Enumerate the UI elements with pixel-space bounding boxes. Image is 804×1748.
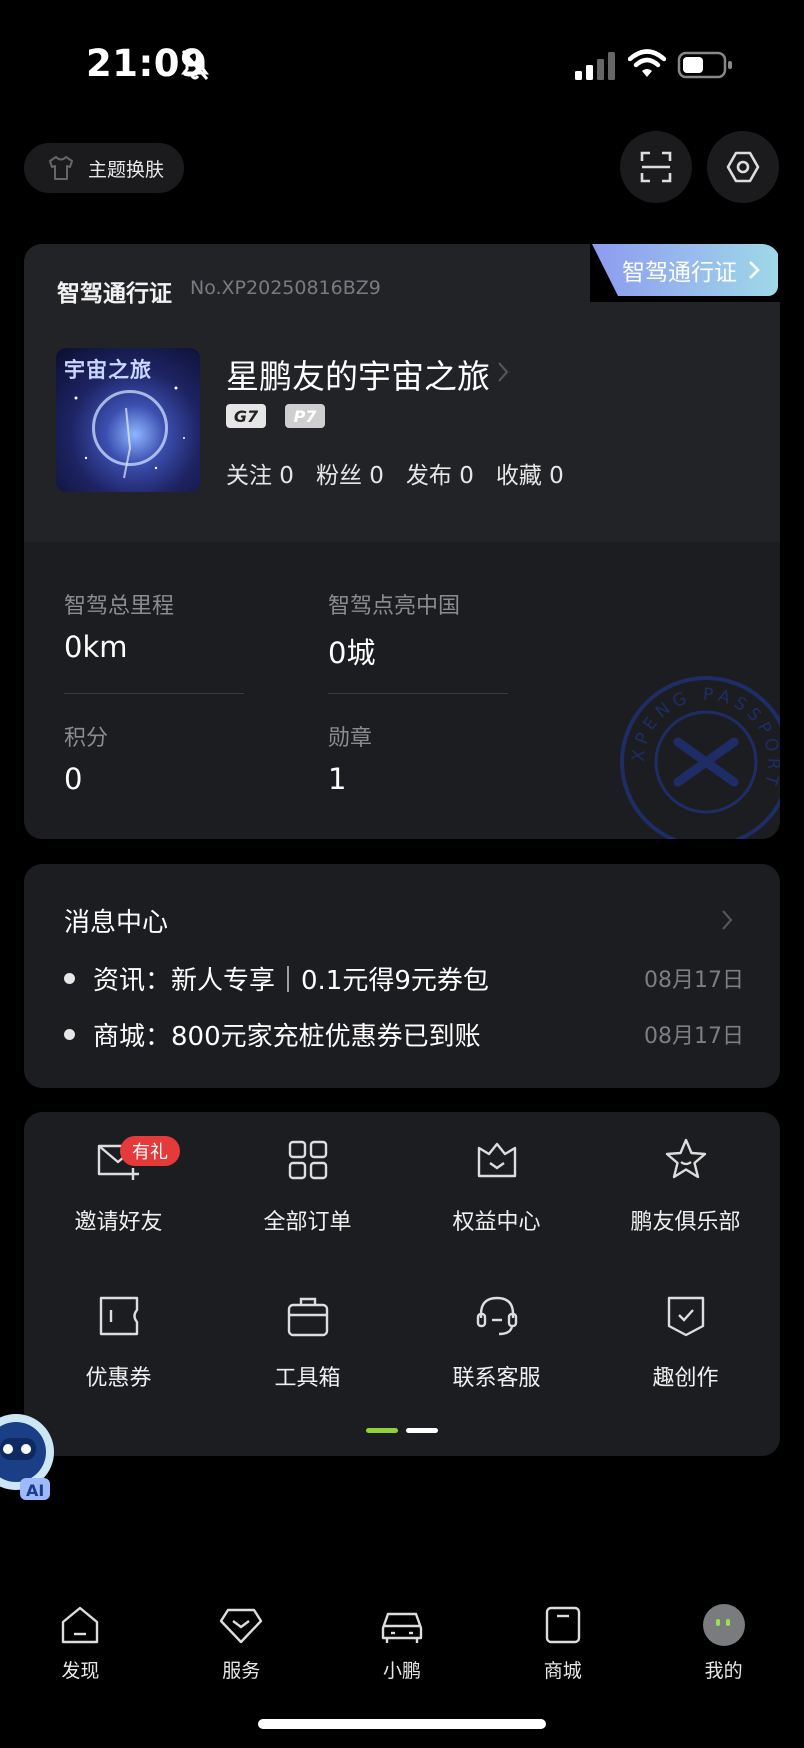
points-value[interactable]: 0 [64, 762, 82, 796]
message-item[interactable]: 资讯：新人专享｜0.1元得9元券包 08月17日 [64, 960, 744, 996]
club-button[interactable]: 鹏友俱乐部 [591, 1112, 780, 1252]
benefits-center-button[interactable]: 权益中心 [402, 1112, 591, 1252]
feature-label: 联系客服 [452, 1366, 541, 1391]
feature-grid-card: 邀请好友 有礼 全部订单 权益中心 鹏友俱乐部 优惠券 工具箱 联系客服 趣创作 [24, 1112, 780, 1456]
status-bar: 21:09 [0, 0, 804, 130]
passport-seal-icon: XPENG PASSPORT [620, 676, 780, 839]
cities-value: 0城 [328, 636, 376, 670]
mileage-value: 0km [64, 630, 128, 664]
nav-mine[interactable]: 我的 [643, 1590, 804, 1700]
car-tag-g7: G7 [226, 404, 266, 428]
bullet-dot [64, 1028, 75, 1040]
home-icon [62, 1606, 99, 1644]
fans-count[interactable]: 粉丝 0 [316, 456, 384, 490]
feature-label: 权益中心 [452, 1210, 541, 1235]
message-center-card[interactable]: 消息中心 资讯：新人专享｜0.1元得9元券包 08月17日 商城：800元家充桩… [24, 864, 780, 1088]
nav-xpeng[interactable]: 小鹏 [322, 1590, 483, 1700]
message-text: 商城：800元家充桩优惠券已到账 [93, 1021, 481, 1052]
crown-icon [477, 1142, 516, 1178]
passport-card[interactable]: 智驾通行证 智驾通行证 No.XP20250816BZ9 宇宙之旅 星鹏友的宇宙… [24, 244, 780, 839]
nav-label: 商城 [543, 1660, 582, 1682]
posts-count[interactable]: 发布 0 [406, 456, 474, 490]
car-icon [381, 1612, 423, 1643]
chevron-right-icon [749, 261, 760, 279]
nav-label: 发现 [61, 1660, 100, 1682]
avatar [702, 1604, 745, 1646]
feature-label: 鹏友俱乐部 [630, 1210, 741, 1235]
bag-icon [545, 1606, 580, 1644]
passport-title: 智驾通行证 [57, 281, 172, 307]
svg-text:AI: AI [26, 1481, 44, 1500]
all-orders-button[interactable]: 全部订单 [213, 1112, 402, 1252]
message-item[interactable]: 商城：800元家充桩优惠券已到账 08月17日 [64, 1016, 744, 1052]
follow-count[interactable]: 关注 0 [226, 456, 294, 490]
cellular-signal-icon [575, 52, 615, 80]
divider [64, 693, 244, 694]
passport-tab-button[interactable]: 智驾通行证 [592, 244, 778, 296]
page-dot [406, 1428, 438, 1433]
invite-friends-button[interactable]: 邀请好友 有礼 [24, 1112, 213, 1252]
feature-label: 工具箱 [274, 1366, 341, 1391]
coupon-icon [99, 1296, 138, 1336]
passport-tab-label: 智驾通行证 [622, 260, 737, 286]
page-indicator [366, 1428, 438, 1433]
message-date: 08月17日 [644, 968, 744, 993]
toolbox-icon [287, 1297, 328, 1337]
points-label: 积分 [64, 726, 109, 751]
mileage-label: 智驾总里程 [64, 594, 175, 619]
headset-icon [476, 1296, 517, 1336]
profile-avatar[interactable]: 宇宙之旅 [56, 348, 200, 492]
message-date: 08月17日 [644, 1024, 744, 1049]
profile-nickname[interactable]: 星鹏友的宇宙之旅 [226, 350, 490, 398]
favorites-count[interactable]: 收藏 0 [496, 456, 564, 490]
feature-label: 优惠券 [85, 1366, 152, 1391]
creation-button[interactable]: 趣创作 [591, 1268, 780, 1408]
nav-label: 我的 [704, 1660, 743, 1682]
customer-service-button[interactable]: 联系客服 [402, 1268, 591, 1408]
shirt-icon [49, 156, 73, 180]
bullet-dot [64, 972, 75, 984]
bottom-navigation: 发现 服务 小鹏 商城 我的 [0, 1590, 804, 1700]
medals-value[interactable]: 1 [328, 762, 346, 796]
passport-number: No.XP20250816BZ9 [190, 277, 381, 299]
home-indicator[interactable] [258, 1719, 546, 1729]
battery-icon [677, 51, 732, 79]
scan-button[interactable] [620, 131, 692, 203]
chevron-right-icon[interactable] [720, 908, 734, 932]
diamond-icon [219, 1608, 263, 1644]
nav-service[interactable]: 服务 [161, 1590, 322, 1700]
message-text: 资讯：新人专享｜0.1元得9元券包 [93, 965, 489, 996]
ai-assistant-icon[interactable]: AI [0, 1408, 60, 1518]
toolbox-button[interactable]: 工具箱 [213, 1268, 402, 1408]
gift-badge: 有礼 [120, 1136, 180, 1166]
star-icon [665, 1138, 706, 1179]
settings-button[interactable] [707, 131, 779, 203]
divider [328, 693, 508, 694]
feature-label: 全部订单 [263, 1210, 352, 1235]
profile-stats: 关注 0 粉丝 0 发布 0 收藏 0 [226, 456, 564, 490]
grid-icon [288, 1140, 327, 1180]
chevron-right-icon [498, 362, 509, 382]
wifi-icon [628, 49, 666, 77]
coupons-button[interactable]: 优惠券 [24, 1268, 213, 1408]
shield-check-icon [667, 1296, 704, 1337]
medals-label: 勋章 [328, 726, 373, 751]
page-dot-active [366, 1428, 398, 1433]
feature-label: 趣创作 [652, 1366, 719, 1391]
scan-icon [640, 151, 672, 183]
settings-hexagon-icon [726, 151, 760, 183]
feature-label: 邀请好友 [74, 1210, 163, 1235]
nav-label: 服务 [222, 1660, 261, 1682]
nav-discover[interactable]: 发现 [0, 1590, 161, 1700]
avatar-text: 宇宙之旅 [64, 358, 152, 382]
cities-label: 智驾点亮中国 [328, 594, 461, 619]
bell-muted-icon [181, 50, 209, 80]
car-tag-p7: P7 [285, 404, 325, 428]
nav-label: 小鹏 [382, 1660, 421, 1682]
message-center-title: 消息中心 [64, 908, 169, 938]
nav-mall[interactable]: 商城 [482, 1590, 643, 1700]
theme-skin-label: 主题换肤 [88, 158, 165, 181]
theme-skin-button[interactable]: 主题换肤 [24, 143, 184, 193]
